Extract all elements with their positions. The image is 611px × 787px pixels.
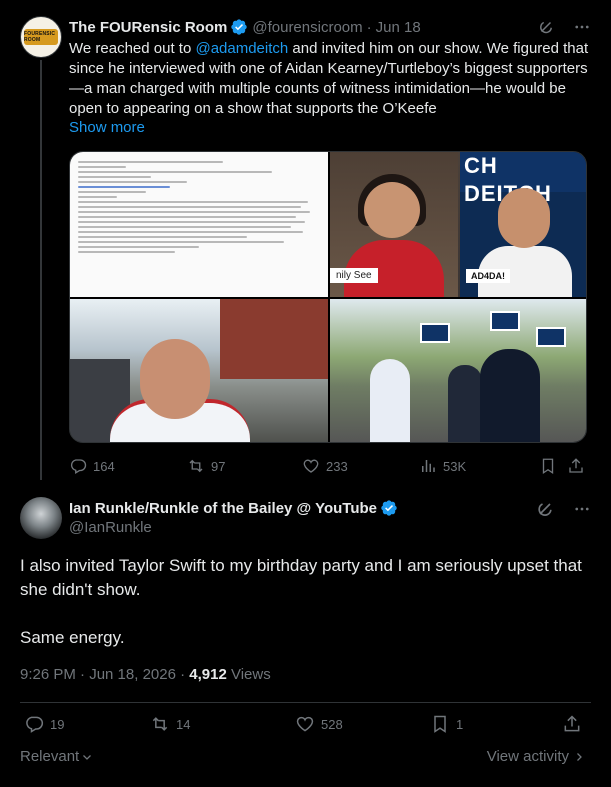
share-icon: [564, 715, 580, 732]
tweet-text-part: We reached out to: [69, 40, 196, 57]
avatar-logo: FOURENSIC ROOM: [24, 29, 58, 45]
like-count: 528: [321, 716, 343, 732]
view-activity-link[interactable]: View activity: [487, 748, 585, 765]
timestamp[interactable]: 9:26 PM · Jun 18, 2026 ·: [20, 666, 189, 683]
tweet-header: The FOURensic Room @fourensicroom · Jun …: [69, 16, 591, 38]
repost-icon: [152, 717, 168, 731]
display-name[interactable]: Ian Runkle/Runkle of the Bailey @ YouTub…: [69, 500, 377, 517]
display-name[interactable]: The FOURensic Room: [69, 19, 227, 36]
repost-icon: [189, 459, 203, 473]
reply-icon: [70, 459, 87, 474]
like-count: 233: [326, 458, 348, 474]
bookmark-button[interactable]: [539, 457, 557, 475]
campaign-sign: [490, 311, 520, 331]
more-options-icon[interactable]: [573, 18, 591, 36]
tweet-meta: 9:26 PM · Jun 18, 2026 · 4,912 Views: [20, 666, 271, 683]
media-parade-selfie[interactable]: [70, 299, 328, 442]
bookmark-icon: [434, 715, 446, 733]
views-count: 4,912: [189, 666, 227, 683]
verified-badge-icon: [381, 500, 397, 516]
reply-count: 19: [50, 716, 65, 732]
tweet-actions: 164 97 233 53K: [69, 455, 589, 477]
tweet-header: Ian Runkle/Runkle of the Bailey @ YouTub…: [69, 497, 398, 519]
repost-count: 97: [211, 458, 226, 474]
tweet-actions: 19 14 528 1: [20, 714, 591, 738]
analytics-icon: [422, 460, 435, 472]
campaign-sign: [420, 323, 450, 343]
media-campaign-walk[interactable]: [330, 299, 586, 442]
repost-button[interactable]: 97: [187, 457, 225, 475]
share-button[interactable]: [562, 714, 582, 734]
views-button[interactable]: 53K: [419, 457, 466, 475]
media-grid: nily See CH DEITCH AD4DA!: [69, 151, 587, 443]
mention-link[interactable]: @adamdeitch: [195, 40, 288, 57]
show-more-link[interactable]: Show more: [69, 119, 145, 136]
heart-icon: [296, 716, 314, 732]
media-video-call[interactable]: nily See CH DEITCH AD4DA!: [330, 152, 586, 297]
campaign-sign: [536, 327, 566, 347]
handle[interactable]: @fourensicroom: [252, 19, 362, 36]
avatar[interactable]: [20, 497, 62, 539]
thread-connector-line: [40, 60, 42, 480]
view-activity-label: View activity: [486, 748, 569, 765]
grok-icon[interactable]: [535, 499, 555, 519]
reply-count: 164: [93, 458, 115, 474]
views-label: Views: [226, 666, 271, 683]
reply-sort-label: Relevant: [20, 748, 80, 765]
verified-badge-icon: [231, 19, 248, 35]
chevron-down-icon: [83, 754, 92, 760]
bookmark-button[interactable]: 1: [430, 714, 463, 734]
like-button[interactable]: 233: [302, 457, 348, 475]
views-count: 53K: [443, 458, 467, 474]
heart-icon: [303, 459, 319, 473]
tweet-text: We reached out to @adamdeitch and invite…: [69, 39, 589, 119]
campaign-banner: CH DEITCH: [460, 152, 586, 206]
bookmark-count: 1: [456, 716, 464, 732]
reply-button[interactable]: 19: [24, 714, 64, 734]
chevron-right-icon: [577, 752, 582, 761]
tweet-text: I also invited Taylor Swift to my birthd…: [20, 556, 582, 599]
more-options-icon[interactable]: [573, 500, 591, 518]
bookmark-icon: [542, 458, 554, 475]
video-tag-label: AD4DA!: [466, 269, 511, 283]
reply-icon: [26, 716, 44, 733]
reply-sort-dropdown[interactable]: Relevant: [20, 748, 93, 765]
handle[interactable]: @IanRunkle: [69, 519, 152, 536]
reply-button[interactable]: 164: [69, 457, 115, 475]
share-icon: [569, 458, 583, 473]
video-name-label: nily See: [330, 268, 378, 283]
avatar[interactable]: FOURENSIC ROOM: [20, 16, 62, 58]
divider: [20, 702, 591, 703]
separator-dot: ·: [366, 18, 372, 36]
share-button[interactable]: [567, 457, 585, 475]
grok-icon[interactable]: [537, 18, 555, 36]
tweet-text: Same energy.: [20, 628, 125, 647]
media-email-screenshot[interactable]: [70, 152, 328, 297]
like-button[interactable]: 528: [295, 714, 343, 734]
repost-count: 14: [176, 716, 191, 732]
repost-button[interactable]: 14: [150, 714, 190, 734]
timestamp[interactable]: Jun 18: [376, 19, 421, 36]
